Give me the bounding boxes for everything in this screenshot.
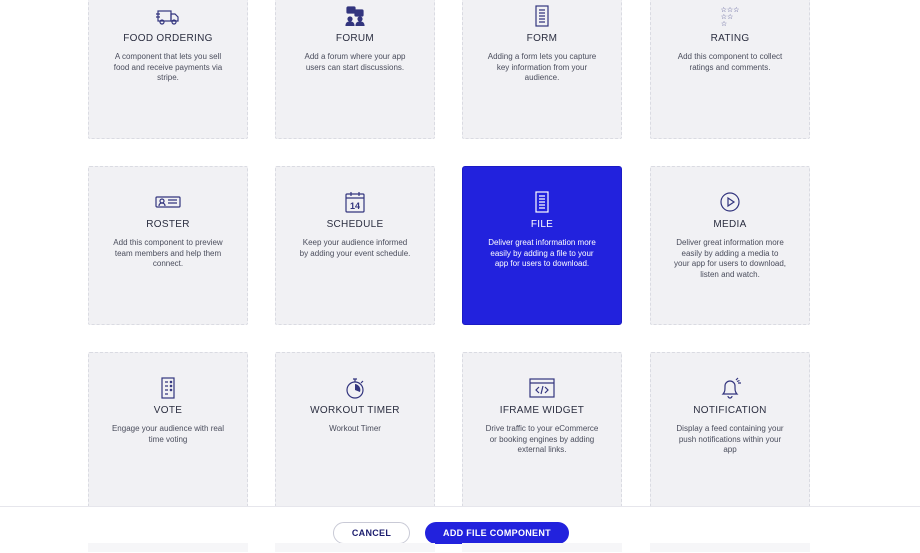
form-icon — [463, 5, 621, 27]
play-icon — [651, 191, 809, 213]
component-grid: FOOD ORDERING A component that lets you … — [0, 0, 920, 552]
card-peek — [462, 543, 622, 552]
card-rating[interactable]: ☆☆☆ ☆☆ ☆ RATING Add this component to coll… — [650, 0, 810, 139]
card-form[interactable]: FORM Adding a form lets you capture key … — [462, 0, 622, 139]
stopwatch-icon — [276, 377, 434, 399]
card-title: SCHEDULE — [326, 219, 384, 230]
svg-text:☆: ☆ — [721, 20, 727, 27]
truck-icon — [89, 5, 247, 27]
code-window-icon — [463, 377, 621, 399]
calendar-day: 14 — [350, 201, 360, 211]
card-media[interactable]: MEDIA Deliver great information more eas… — [650, 166, 810, 325]
card-description: Workout Timer — [329, 424, 381, 433]
card-iframe-widget[interactable]: IFRAME WIDGET Drive traffic to your eCom… — [462, 352, 622, 511]
card-peek — [275, 543, 435, 552]
card-forum[interactable]: FORUM Add a forum where your app users c… — [275, 0, 435, 139]
card-title: IFRAME WIDGET — [499, 405, 585, 416]
card-description: A component that lets you sell food and … — [113, 52, 223, 82]
stars-icon: ☆☆☆ ☆☆ ☆ — [651, 5, 809, 27]
card-file[interactable]: FILE Deliver great information more easi… — [462, 166, 622, 325]
card-vote[interactable]: VOTE Engage your audience with real time… — [88, 352, 248, 511]
bell-icon — [651, 377, 809, 399]
card-title: FILE — [530, 219, 554, 230]
card-description: Adding a form lets you capture key infor… — [487, 52, 597, 82]
id-card-icon — [89, 191, 247, 213]
card-title: RATING — [710, 33, 750, 44]
card-title: VOTE — [153, 405, 183, 416]
card-description: Deliver great information more easily by… — [488, 238, 596, 268]
cancel-button[interactable]: CANCEL — [333, 522, 410, 544]
card-title: FOOD ORDERING — [123, 33, 213, 44]
card-roster[interactable]: ROSTER Add this component to preview tea… — [88, 166, 248, 325]
card-description: Drive traffic to your eCommerce or booki… — [485, 424, 599, 454]
card-peek — [650, 543, 810, 552]
card-notification[interactable]: NOTIFICATION Display a feed containing y… — [650, 352, 810, 511]
file-icon — [463, 191, 621, 213]
card-title: NOTIFICATION — [693, 405, 767, 416]
card-schedule[interactable]: 14 SCHEDULE Keep your audience informed … — [275, 166, 435, 325]
vote-list-icon — [89, 377, 247, 399]
card-description: Add this component to collect ratings an… — [677, 52, 783, 72]
card-food-ordering[interactable]: FOOD ORDERING A component that lets you … — [88, 0, 248, 139]
card-title: ROSTER — [146, 219, 190, 230]
calendar-icon: 14 — [276, 191, 434, 213]
card-title: FORUM — [335, 33, 375, 44]
card-workout-timer[interactable]: WORKOUT TIMER Workout Timer — [275, 352, 435, 511]
add-file-component-button[interactable]: ADD FILE COMPONENT — [425, 522, 569, 544]
card-title: MEDIA — [713, 219, 747, 230]
card-description: Deliver great information more easily by… — [673, 238, 787, 279]
forum-icon — [276, 5, 434, 27]
card-peek — [88, 543, 248, 552]
card-description: Add a forum where your app users can sta… — [304, 52, 406, 72]
card-description: Engage your audience with real time voti… — [111, 424, 225, 444]
card-title: WORKOUT TIMER — [310, 405, 400, 416]
card-description: Add this component to preview team membe… — [113, 238, 223, 268]
card-title: FORM — [526, 33, 558, 44]
card-description: Keep your audience informed by adding yo… — [299, 238, 411, 258]
card-description: Display a feed containing your push noti… — [676, 424, 784, 454]
